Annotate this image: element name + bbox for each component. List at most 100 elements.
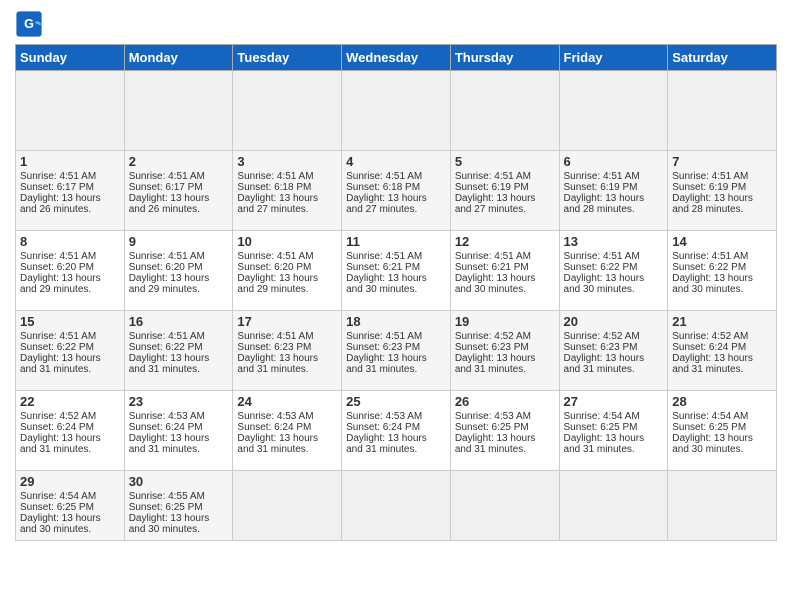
day-number: 2 bbox=[129, 154, 229, 169]
day-number: 19 bbox=[455, 314, 555, 329]
calendar-cell: 11Sunrise: 4:51 AMSunset: 6:21 PMDayligh… bbox=[342, 231, 451, 311]
sunrise-text: Sunrise: 4:51 AM bbox=[237, 171, 337, 182]
daylight-text: Daylight: 13 hours and 30 minutes. bbox=[129, 513, 229, 535]
calendar-cell: 24Sunrise: 4:53 AMSunset: 6:24 PMDayligh… bbox=[233, 391, 342, 471]
calendar-cell: 1Sunrise: 4:51 AMSunset: 6:17 PMDaylight… bbox=[16, 151, 125, 231]
calendar-cell bbox=[450, 71, 559, 151]
sunrise-text: Sunrise: 4:51 AM bbox=[455, 171, 555, 182]
calendar-cell: 3Sunrise: 4:51 AMSunset: 6:18 PMDaylight… bbox=[233, 151, 342, 231]
weekday-header-saturday: Saturday bbox=[668, 45, 777, 71]
weekday-header-wednesday: Wednesday bbox=[342, 45, 451, 71]
sunset-text: Sunset: 6:20 PM bbox=[237, 262, 337, 273]
sunset-text: Sunset: 6:23 PM bbox=[237, 342, 337, 353]
sunset-text: Sunset: 6:25 PM bbox=[129, 502, 229, 513]
sunset-text: Sunset: 6:25 PM bbox=[455, 422, 555, 433]
sunrise-text: Sunrise: 4:53 AM bbox=[237, 411, 337, 422]
sunrise-text: Sunrise: 4:51 AM bbox=[237, 331, 337, 342]
calendar-cell: 27Sunrise: 4:54 AMSunset: 6:25 PMDayligh… bbox=[559, 391, 668, 471]
daylight-text: Daylight: 13 hours and 31 minutes. bbox=[129, 353, 229, 375]
day-number: 6 bbox=[564, 154, 664, 169]
sunset-text: Sunset: 6:17 PM bbox=[129, 182, 229, 193]
calendar-cell: 17 Sunrise: 4:51 AMSunset: 6:23 PMDayligh… bbox=[233, 311, 342, 391]
calendar-cell bbox=[450, 471, 559, 541]
day-number: 10 bbox=[237, 234, 337, 249]
calendar-cell: 22Sunrise: 4:52 AMSunset: 6:24 PMDayligh… bbox=[16, 391, 125, 471]
calendar-cell bbox=[233, 471, 342, 541]
daylight-text: Daylight: 13 hours and 31 minutes. bbox=[237, 353, 337, 375]
calendar-cell: 10Sunrise: 4:51 AMSunset: 6:20 PMDayligh… bbox=[233, 231, 342, 311]
daylight-text: Daylight: 13 hours and 31 minutes. bbox=[346, 353, 446, 375]
daylight-text: Daylight: 13 hours and 30 minutes. bbox=[564, 273, 664, 295]
sunrise-text: Sunrise: 4:51 AM bbox=[672, 171, 772, 182]
daylight-text: Daylight: 13 hours and 30 minutes. bbox=[672, 433, 772, 455]
sunrise-text: Sunrise: 4:54 AM bbox=[20, 491, 120, 502]
sunrise-text: Sunrise: 4:53 AM bbox=[346, 411, 446, 422]
daylight-text: Daylight: 13 hours and 28 minutes. bbox=[564, 193, 664, 215]
daylight-text: Daylight: 13 hours and 31 minutes. bbox=[455, 353, 555, 375]
sunrise-text: Sunrise: 4:51 AM bbox=[129, 171, 229, 182]
sunset-text: Sunset: 6:18 PM bbox=[346, 182, 446, 193]
sunrise-text: Sunrise: 4:52 AM bbox=[564, 331, 664, 342]
sunrise-text: Sunrise: 4:53 AM bbox=[455, 411, 555, 422]
sunset-text: Sunset: 6:25 PM bbox=[564, 422, 664, 433]
page-container: G SundayMondayTuesdayWednesdayThursdayFr… bbox=[0, 0, 792, 551]
sunset-text: Sunset: 6:23 PM bbox=[346, 342, 446, 353]
sunrise-text: Sunrise: 4:52 AM bbox=[20, 411, 120, 422]
sunset-text: Sunset: 6:24 PM bbox=[346, 422, 446, 433]
day-number: 15 bbox=[20, 314, 120, 329]
day-number: 25 bbox=[346, 394, 446, 409]
sunset-text: Sunset: 6:24 PM bbox=[129, 422, 229, 433]
day-number: 13 bbox=[564, 234, 664, 249]
calendar-cell bbox=[559, 71, 668, 151]
day-number: 16 bbox=[129, 314, 229, 329]
calendar-cell: 26Sunrise: 4:53 AMSunset: 6:25 PMDayligh… bbox=[450, 391, 559, 471]
day-number: 5 bbox=[455, 154, 555, 169]
calendar-cell bbox=[668, 71, 777, 151]
sunset-text: Sunset: 6:21 PM bbox=[346, 262, 446, 273]
day-number: 23 bbox=[129, 394, 229, 409]
day-number: 24 bbox=[237, 394, 337, 409]
day-number: 21 bbox=[672, 314, 772, 329]
daylight-text: Daylight: 13 hours and 30 minutes. bbox=[20, 513, 120, 535]
daylight-text: Daylight: 13 hours and 30 minutes. bbox=[672, 273, 772, 295]
sunrise-text: Sunrise: 4:52 AM bbox=[672, 331, 772, 342]
sunrise-text: Sunrise: 4:51 AM bbox=[237, 251, 337, 262]
sunrise-text: Sunrise: 4:51 AM bbox=[20, 251, 120, 262]
daylight-text: Daylight: 13 hours and 28 minutes. bbox=[672, 193, 772, 215]
calendar-cell bbox=[559, 471, 668, 541]
daylight-text: Daylight: 13 hours and 31 minutes. bbox=[564, 353, 664, 375]
sunset-text: Sunset: 6:17 PM bbox=[20, 182, 120, 193]
weekday-header-row: SundayMondayTuesdayWednesdayThursdayFrid… bbox=[16, 45, 777, 71]
weekday-header-sunday: Sunday bbox=[16, 45, 125, 71]
sunrise-text: Sunrise: 4:55 AM bbox=[129, 491, 229, 502]
calendar-cell: 2Sunrise: 4:51 AMSunset: 6:17 PMDaylight… bbox=[124, 151, 233, 231]
daylight-text: Daylight: 13 hours and 26 minutes. bbox=[20, 193, 120, 215]
day-number: 7 bbox=[672, 154, 772, 169]
daylight-text: Daylight: 13 hours and 30 minutes. bbox=[346, 273, 446, 295]
sunset-text: Sunset: 6:19 PM bbox=[564, 182, 664, 193]
day-number: 1 bbox=[20, 154, 120, 169]
sunrise-text: Sunrise: 4:53 AM bbox=[129, 411, 229, 422]
daylight-text: Daylight: 13 hours and 31 minutes. bbox=[564, 433, 664, 455]
weekday-header-monday: Monday bbox=[124, 45, 233, 71]
header: G bbox=[15, 10, 777, 38]
sunrise-text: Sunrise: 4:54 AM bbox=[672, 411, 772, 422]
sunrise-text: Sunrise: 4:51 AM bbox=[129, 251, 229, 262]
daylight-text: Daylight: 13 hours and 31 minutes. bbox=[237, 433, 337, 455]
sunrise-text: Sunrise: 4:52 AM bbox=[455, 331, 555, 342]
daylight-text: Daylight: 13 hours and 29 minutes. bbox=[129, 273, 229, 295]
daylight-text: Daylight: 13 hours and 31 minutes. bbox=[672, 353, 772, 375]
sunset-text: Sunset: 6:22 PM bbox=[20, 342, 120, 353]
daylight-text: Daylight: 13 hours and 27 minutes. bbox=[346, 193, 446, 215]
sunrise-text: Sunrise: 4:51 AM bbox=[346, 251, 446, 262]
calendar-cell: 9Sunrise: 4:51 AMSunset: 6:20 PMDaylight… bbox=[124, 231, 233, 311]
day-number: 4 bbox=[346, 154, 446, 169]
daylight-text: Daylight: 13 hours and 29 minutes. bbox=[20, 273, 120, 295]
calendar-cell: 12Sunrise: 4:51 AMSunset: 6:21 PMDayligh… bbox=[450, 231, 559, 311]
day-number: 17 bbox=[237, 314, 337, 329]
sunset-text: Sunset: 6:19 PM bbox=[672, 182, 772, 193]
sunrise-text: Sunrise: 4:51 AM bbox=[564, 251, 664, 262]
sunset-text: Sunset: 6:24 PM bbox=[672, 342, 772, 353]
sunrise-text: Sunrise: 4:51 AM bbox=[346, 171, 446, 182]
daylight-text: Daylight: 13 hours and 27 minutes. bbox=[237, 193, 337, 215]
